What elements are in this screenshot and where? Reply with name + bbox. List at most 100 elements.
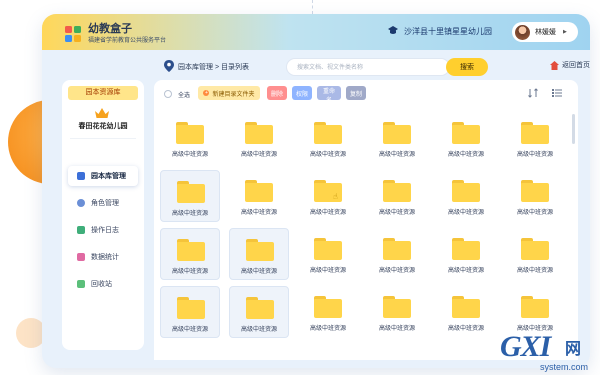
folder-icon <box>383 238 411 260</box>
search-box <box>286 58 450 76</box>
watermark-logo: GXI <box>500 330 551 363</box>
sidebar-item-label: 操作日志 <box>91 227 119 234</box>
folder-label: 高级中班资源 <box>240 152 277 158</box>
folder-item[interactable]: 高级中班资源 <box>367 170 427 222</box>
folder-label: 高级中班资源 <box>171 152 208 158</box>
folder-icon <box>521 296 549 318</box>
folder-item[interactable]: 高级中班资源 <box>505 170 565 222</box>
folder-item[interactable]: 高级中班资源 <box>298 112 358 164</box>
sidebar-item-logs[interactable]: 操作日志 <box>68 220 138 240</box>
folder-item[interactable]: 高级中班资源 <box>160 286 220 338</box>
folder-icon <box>246 239 274 261</box>
log-icon <box>77 226 85 234</box>
folder-item[interactable]: 高级中班资源 <box>160 228 220 280</box>
folder-icon <box>176 122 204 144</box>
folder-label: 高级中班资源 <box>447 210 484 216</box>
folder-label: 高级中班资源 <box>240 327 277 333</box>
crown-icon <box>95 108 109 118</box>
home-icon <box>550 60 559 70</box>
folder-label: 高级中班资源 <box>240 269 277 275</box>
folder-label: 高级中班资源 <box>378 268 415 274</box>
folder-icon <box>452 180 480 202</box>
home-link-label: 返回首页 <box>562 62 590 69</box>
sidebar: 园本资源库 春田花花幼儿园 园本库管理 角色管理 操作日志 数据统计 回收站 <box>62 80 144 350</box>
sidebar-item-roles[interactable]: 角色管理 <box>68 193 138 213</box>
folder-icon <box>452 296 480 318</box>
delete-button[interactable]: 删除 <box>267 86 287 100</box>
stats-icon <box>77 253 85 261</box>
plus-icon: + <box>203 90 210 96</box>
folder-item[interactable]: 高级中班资源 <box>367 228 427 280</box>
folder-label: 高级中班资源 <box>378 152 415 158</box>
folder-item[interactable]: ☝ 高级中班资源 <box>298 170 358 222</box>
app-title: 幼教盒子 <box>88 23 132 35</box>
folder-item[interactable]: 高级中班资源 <box>436 112 496 164</box>
sidebar-item-label: 角色管理 <box>91 200 119 207</box>
folder-item[interactable]: 高级中班资源 <box>505 228 565 280</box>
scrollbar[interactable] <box>572 114 575 144</box>
folder-icon <box>521 238 549 260</box>
search-button[interactable]: 搜索 <box>446 58 488 76</box>
sidebar-item-trash[interactable]: 回收站 <box>68 274 138 294</box>
folder-icon <box>383 122 411 144</box>
sidebar-item-repo-manage[interactable]: 园本库管理 <box>68 166 138 186</box>
folder-item[interactable]: 高级中班资源 <box>298 286 358 338</box>
folder-label: 高级中班资源 <box>516 268 553 274</box>
select-all-label: 全选 <box>178 93 191 99</box>
trash-icon <box>77 280 85 288</box>
folder-item[interactable]: 高级中班资源 <box>160 170 220 222</box>
folder-icon <box>314 296 342 318</box>
new-folder-label: 新建目录文件夹 <box>212 91 255 98</box>
toolbar: 全选 + 新建目录文件夹 删除 权限 重命名 复制 <box>154 80 578 106</box>
folder-item[interactable]: 高级中班资源 <box>367 112 427 164</box>
folder-icon <box>314 122 342 144</box>
folder-label: 高级中班资源 <box>378 210 415 216</box>
folder-label: 高级中班资源 <box>309 268 346 274</box>
sidebar-item-label: 数据统计 <box>91 254 119 261</box>
user-menu[interactable]: 林媛媛 ▶ <box>512 22 578 42</box>
sidebar-item-label: 园本库管理 <box>91 173 126 180</box>
watermark-domain: system.com <box>540 362 589 372</box>
folder-icon <box>452 238 480 260</box>
school-selector[interactable]: 沙洋县十里镇星星幼儿园 <box>387 24 492 38</box>
new-folder-button[interactable]: + 新建目录文件夹 <box>198 86 260 100</box>
breadcrumb: 园本库管理 > 目录列表 <box>178 64 249 71</box>
folder-icon <box>383 296 411 318</box>
list-view-icon[interactable] <box>552 88 562 98</box>
select-all-checkbox[interactable] <box>164 90 172 98</box>
top-bar: 幼教盒子 福建省学前教育公共服务平台 沙洋县十里镇星星幼儿园 林媛媛 ▶ <box>42 14 590 50</box>
folder-item[interactable]: 高级中班资源 <box>160 112 220 164</box>
home-link[interactable]: 返回首页 <box>550 60 590 70</box>
folder-icon: ☝ <box>314 180 342 202</box>
rename-button[interactable]: 重命名 <box>317 86 341 104</box>
folder-label: 高级中班资源 <box>309 152 346 158</box>
folder-item[interactable]: 高级中班资源 <box>436 170 496 222</box>
folder-item[interactable]: 高级中班资源 <box>367 286 427 338</box>
folder-item[interactable]: 高级中班资源 <box>436 286 496 338</box>
permission-button[interactable]: 权限 <box>292 86 312 100</box>
folder-item[interactable]: 高级中班资源 <box>229 170 289 222</box>
folder-label: 高级中班资源 <box>378 326 415 332</box>
decor-dashed-line <box>312 0 313 14</box>
folder-icon <box>177 181 205 203</box>
folder-label: 高级中班资源 <box>309 210 346 216</box>
search-input[interactable] <box>297 62 447 73</box>
folder-icon <box>177 297 205 319</box>
folder-icon <box>246 297 274 319</box>
folder-item[interactable]: 高级中班资源 <box>298 228 358 280</box>
folder-label: 高级中班资源 <box>240 210 277 216</box>
sort-icon[interactable] <box>528 88 538 98</box>
folder-item[interactable]: 高级中班资源 <box>436 228 496 280</box>
app-window: 幼教盒子 福建省学前教育公共服务平台 沙洋县十里镇星星幼儿园 林媛媛 ▶ 园本库… <box>42 14 590 368</box>
kindergarten-name: 春田花花幼儿园 <box>78 123 128 130</box>
school-name: 沙洋县十里镇星星幼儿园 <box>404 26 492 36</box>
folder-item[interactable]: 高级中班资源 <box>505 112 565 164</box>
folder-item[interactable]: 高级中班资源 <box>229 112 289 164</box>
avatar <box>515 24 530 40</box>
location-pin-icon <box>164 60 174 72</box>
copy-button[interactable]: 复制 <box>346 86 366 100</box>
folder-item[interactable]: 高级中班资源 <box>229 228 289 280</box>
folder-icon <box>521 180 549 202</box>
folder-item[interactable]: 高级中班资源 <box>229 286 289 338</box>
sidebar-item-stats[interactable]: 数据统计 <box>68 247 138 267</box>
